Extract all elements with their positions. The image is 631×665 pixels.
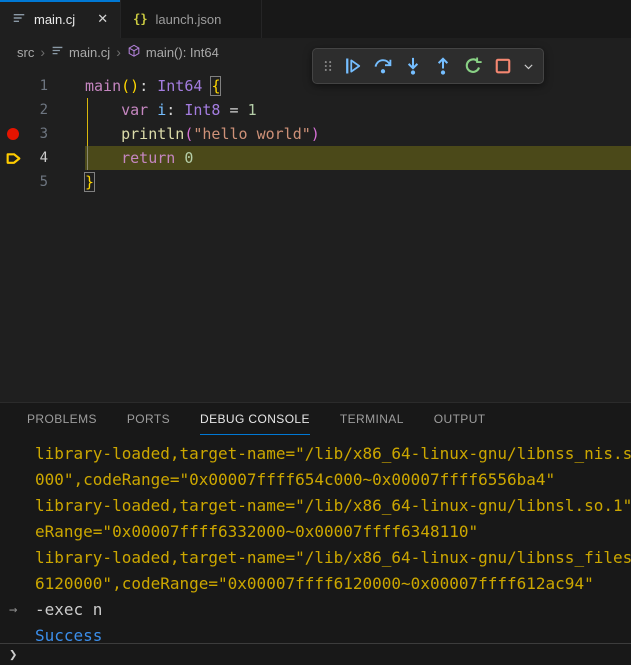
- breadcrumb-main-cj[interactable]: main.cj: [51, 44, 110, 60]
- console-text: -exec n: [35, 597, 631, 623]
- console-line: Success: [0, 623, 631, 643]
- debug-console-input[interactable]: ❯: [0, 643, 631, 665]
- gutter-fold-area: [48, 146, 85, 170]
- tab-launch-json[interactable]: {} launch.json: [121, 0, 262, 38]
- panel-tab-bar: PROBLEMS PORTS DEBUG CONSOLE TERMINAL OUTPUT: [0, 403, 631, 435]
- breadcrumb-src[interactable]: src: [17, 45, 34, 60]
- breakpoint-gutter[interactable]: [0, 74, 26, 98]
- bottom-panel: PROBLEMS PORTS DEBUG CONSOLE TERMINAL OUTPUT…: [0, 402, 631, 665]
- step-into-icon[interactable]: [400, 53, 426, 79]
- gutter-fold-area: [48, 74, 85, 98]
- line-number: 1: [26, 74, 48, 98]
- console-line: library-loaded,target-name="/lib/x86_64-…: [0, 441, 631, 467]
- step-out-icon[interactable]: [430, 53, 456, 79]
- panel-tab-debug-console[interactable]: DEBUG CONSOLE: [200, 403, 310, 435]
- console-line: library-loaded,target-name="/lib/x86_64-…: [0, 493, 631, 519]
- console-line-input-echo: →-exec n: [0, 597, 631, 623]
- line-number: 5: [26, 170, 48, 194]
- panel-tab-terminal[interactable]: TERMINAL: [340, 403, 404, 435]
- panel-tab-ports[interactable]: PORTS: [127, 403, 170, 435]
- code-line-4[interactable]: 4 return 0: [0, 146, 631, 170]
- panel-tab-output[interactable]: OUTPUT: [434, 403, 486, 435]
- console-line: 000",codeRange="0x00007ffff654c000~0x000…: [0, 467, 631, 493]
- gutter-fold-area: [48, 122, 85, 146]
- code-text[interactable]: main(): Int64 {: [85, 74, 220, 98]
- drag-handle-icon[interactable]: [320, 53, 336, 79]
- file-lines-icon: [12, 11, 26, 28]
- line-number: 3: [26, 122, 48, 146]
- code-text[interactable]: return 0: [85, 146, 193, 170]
- vscode-window: main.cj ✕ {} launch.json src › main.cj ›: [0, 0, 631, 665]
- console-gutter: [0, 493, 35, 519]
- console-line: 6120000",codeRange="0x00007ffff6120000~0…: [0, 571, 631, 597]
- breakpoint-icon[interactable]: [7, 128, 19, 140]
- console-text: 000",codeRange="0x00007ffff654c000~0x000…: [35, 467, 631, 493]
- console-text: library-loaded,target-name="/lib/x86_64-…: [35, 545, 631, 571]
- tab-main-cj[interactable]: main.cj ✕: [0, 0, 121, 38]
- panel-tab-problems[interactable]: PROBLEMS: [27, 403, 97, 435]
- editor-tab-bar: main.cj ✕ {} launch.json: [0, 0, 631, 38]
- console-gutter: [0, 519, 35, 545]
- arrow-right-icon: →: [0, 597, 35, 623]
- line-number: 4: [26, 146, 48, 170]
- console-line: library-loaded,target-name="/lib/x86_64-…: [0, 545, 631, 571]
- breadcrumb-separator: ›: [40, 44, 45, 60]
- continue-icon[interactable]: [340, 53, 366, 79]
- breakpoint-gutter[interactable]: [0, 122, 26, 146]
- breakpoint-gutter[interactable]: [0, 170, 26, 194]
- line-number: 2: [26, 98, 48, 122]
- breadcrumb-main-symbol[interactable]: main(): Int64: [127, 44, 219, 61]
- gutter-fold-area: [48, 98, 85, 122]
- console-gutter: [0, 545, 35, 571]
- tab-label: launch.json: [156, 12, 222, 27]
- breadcrumb-separator: ›: [116, 44, 121, 60]
- code-text[interactable]: }: [85, 170, 94, 194]
- breakpoint-gutter[interactable]: [0, 146, 26, 170]
- console-gutter: [0, 571, 35, 597]
- step-over-icon[interactable]: [370, 53, 396, 79]
- restart-icon[interactable]: [460, 53, 486, 79]
- code-line-2[interactable]: 2 var i: Int8 = 1: [0, 98, 631, 122]
- code-editor[interactable]: 1main(): Int64 {2 var i: Int8 = 13 print…: [0, 66, 631, 402]
- code-text[interactable]: println("hello world"): [85, 122, 320, 146]
- code-line-5[interactable]: 5}: [0, 170, 631, 194]
- json-braces-icon: {}: [133, 12, 147, 26]
- debug-console-output: library-loaded,target-name="/lib/x86_64-…: [0, 435, 631, 643]
- console-gutter: [0, 623, 35, 643]
- console-text: library-loaded,target-name="/lib/x86_64-…: [35, 441, 631, 467]
- console-gutter: [0, 441, 35, 467]
- chevron-down-icon[interactable]: [520, 53, 536, 79]
- console-gutter: [0, 467, 35, 493]
- console-prompt-icon: ❯: [9, 647, 17, 663]
- close-icon[interactable]: ✕: [97, 11, 108, 27]
- symbol-structure-icon: [127, 44, 141, 61]
- breakpoint-gutter[interactable]: [0, 98, 26, 122]
- tab-label: main.cj: [34, 12, 75, 27]
- stop-icon[interactable]: [490, 53, 516, 79]
- console-text: eRange="0x00007ffff6332000~0x00007ffff63…: [35, 519, 631, 545]
- console-line: eRange="0x00007ffff6332000~0x00007ffff63…: [0, 519, 631, 545]
- console-text: library-loaded,target-name="/lib/x86_64-…: [35, 493, 631, 519]
- gutter-fold-area: [48, 170, 85, 194]
- console-text: Success: [35, 623, 631, 643]
- code-line-3[interactable]: 3 println("hello world"): [0, 122, 631, 146]
- file-lines-icon: [51, 44, 64, 60]
- debug-toolbar: [312, 48, 544, 84]
- console-text: 6120000",codeRange="0x00007ffff6120000~0…: [35, 571, 631, 597]
- code-text[interactable]: var i: Int8 = 1: [85, 98, 257, 122]
- current-line-arrow-icon: [5, 150, 22, 167]
